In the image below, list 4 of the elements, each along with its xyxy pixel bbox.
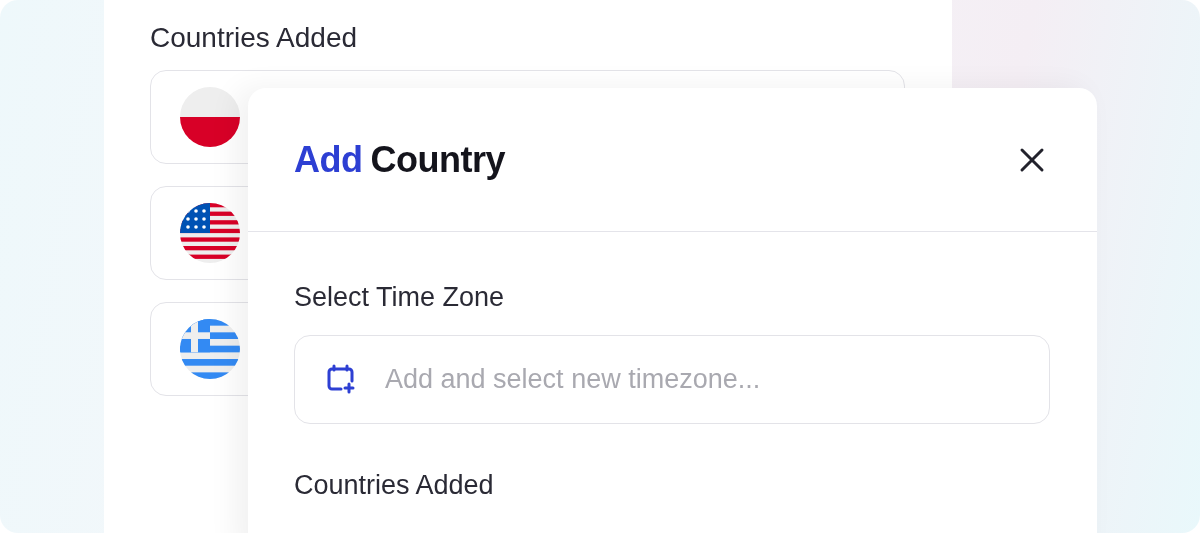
field-label: Select Time Zone: [294, 282, 506, 313]
dialog-title: Add Country: [294, 138, 505, 181]
field-label: Countries Added: [294, 470, 495, 501]
section-heading: Countries Added: [150, 22, 359, 54]
